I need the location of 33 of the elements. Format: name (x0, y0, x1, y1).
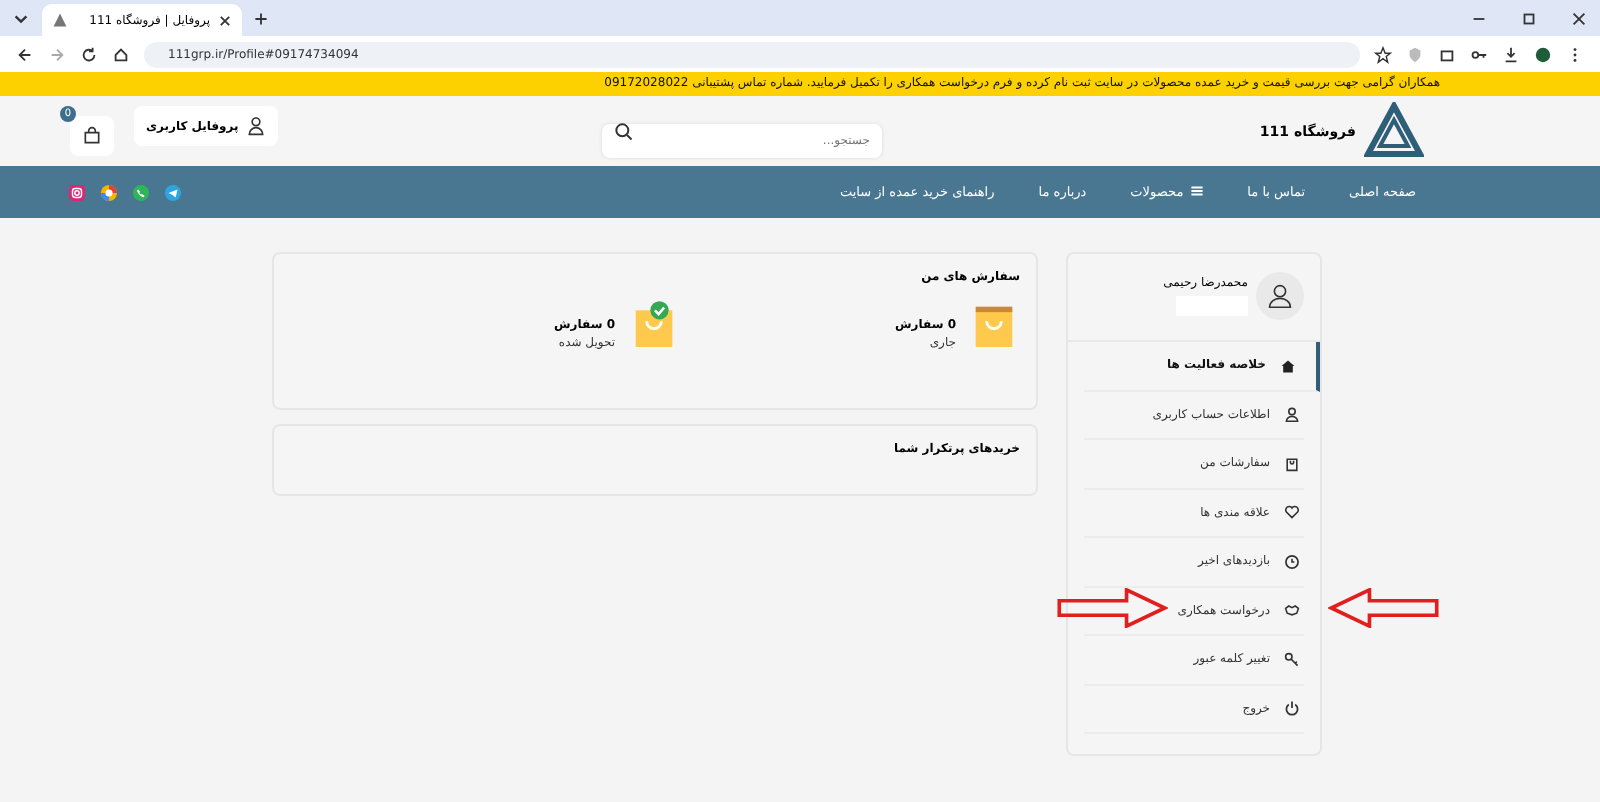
checked-bag-icon (631, 300, 676, 350)
back-icon[interactable] (16, 45, 34, 63)
home-icon (1280, 357, 1296, 374)
star-icon[interactable] (1374, 45, 1392, 63)
phone-icon[interactable] (132, 183, 150, 201)
colorful-logo-icon[interactable] (100, 183, 118, 201)
close-icon[interactable] (218, 13, 232, 27)
clock-icon (1284, 553, 1300, 570)
bag-icon (82, 126, 102, 146)
avatar-icon (1256, 272, 1304, 320)
key-icon (1284, 651, 1300, 668)
power-icon (1284, 700, 1300, 717)
key-icon[interactable] (1470, 45, 1488, 63)
logo-icon (1364, 101, 1424, 161)
warning-icon (52, 12, 68, 28)
close-icon[interactable] (1570, 9, 1588, 27)
reload-icon[interactable] (80, 45, 98, 63)
bag-icon (1284, 455, 1300, 472)
annotation-arrow (1328, 588, 1440, 628)
telegram-icon[interactable] (164, 183, 182, 201)
avatar-icon[interactable] (1534, 45, 1552, 63)
menu-icon (1189, 184, 1204, 198)
restore-icon[interactable] (1520, 9, 1538, 27)
download-icon[interactable] (1502, 45, 1520, 63)
home-icon[interactable] (112, 45, 130, 63)
user-icon (1284, 406, 1300, 423)
heart-icon (1284, 504, 1300, 521)
cart-button[interactable] (70, 116, 114, 156)
user-icon (246, 116, 267, 136)
instagram-icon[interactable] (68, 183, 86, 201)
new-tab-icon[interactable] (254, 11, 268, 25)
search-icon[interactable] (614, 121, 634, 141)
annotation-arrow (1056, 588, 1168, 628)
